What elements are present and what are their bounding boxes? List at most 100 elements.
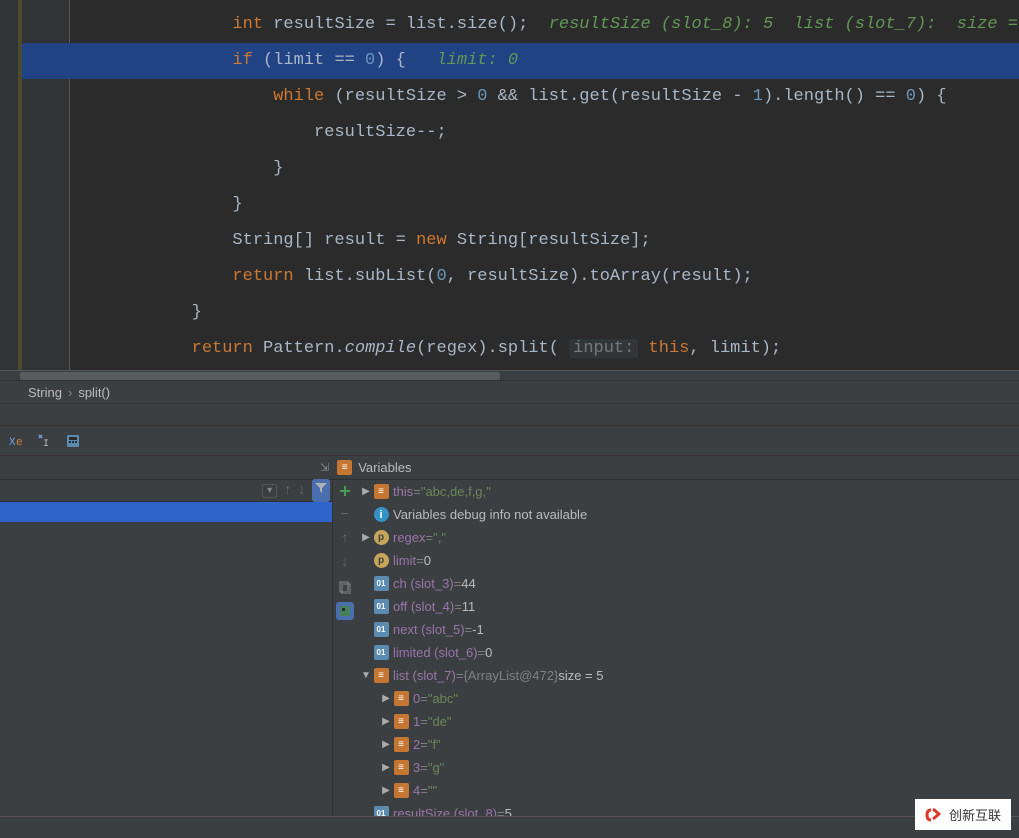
code-line[interactable]: } <box>70 295 1019 331</box>
thread-dropdown[interactable]: ▾ <box>262 484 277 498</box>
debug-toolbar: Xe I <box>0 426 1019 456</box>
variable-value: 0 <box>424 553 431 568</box>
breadcrumb-class[interactable]: String <box>28 385 62 400</box>
variable-name: 2 <box>413 737 420 752</box>
code-line[interactable]: int resultSize = list.size(); resultSize… <box>70 7 1019 43</box>
variable-row[interactable]: ▶≡1 = "de" <box>357 710 1019 733</box>
variable-row[interactable]: ▼≡list (slot_7) = {ArrayList@472} size =… <box>357 664 1019 687</box>
variable-row[interactable]: ▶≡this = "abc,de,f,g," <box>357 480 1019 503</box>
expand-arrow[interactable]: ▶ <box>359 532 373 543</box>
frames-panel[interactable]: ▾ ↑ ↓ <box>0 480 333 832</box>
param-icon: p <box>373 553 389 569</box>
variable-name: ch (slot_3) <box>393 576 454 591</box>
code-line[interactable]: return list.subList(0, resultSize).toArr… <box>70 259 1019 295</box>
expand-arrow[interactable]: ▶ <box>379 716 393 727</box>
variable-value: "f" <box>428 737 441 752</box>
code-line[interactable]: } <box>70 187 1019 223</box>
variable-row[interactable]: ▶≡0 = "abc" <box>357 687 1019 710</box>
variable-row[interactable]: 01 limited (slot_6) = 0 <box>357 641 1019 664</box>
variable-name: off (slot_4) <box>393 599 454 614</box>
variable-row[interactable]: iVariables debug info not available <box>357 503 1019 526</box>
debug-tabstrip[interactable] <box>0 404 1019 426</box>
inline-debug-hint: limit: 0 <box>436 51 518 70</box>
variable-row[interactable]: plimit = 0 <box>357 549 1019 572</box>
variables-title: Variables <box>358 460 411 475</box>
variable-row[interactable]: 01next (slot_5) = -1 <box>357 618 1019 641</box>
code-line[interactable]: return Pattern.compile(regex).split( inp… <box>70 331 1019 367</box>
code-line[interactable]: String[] result = new String[resultSize]… <box>70 223 1019 259</box>
expand-arrow[interactable]: ▼ <box>359 670 373 681</box>
object-icon: ≡ <box>393 714 409 730</box>
object-icon: ≡ <box>393 737 409 753</box>
variable-value: "g" <box>428 760 444 775</box>
current-execution-line[interactable]: if (limit == 0) { limit: 0 <box>22 43 1019 79</box>
variable-value: 11 <box>462 599 476 614</box>
debug-panel: Xe I ⇲ ≡ Variables ▾ ↑ ↓ <box>0 404 1019 832</box>
selected-frame[interactable] <box>0 502 332 522</box>
next-frame-icon[interactable]: ↓ <box>298 483 306 499</box>
variable-row[interactable]: ▶≡ 2 = "f" <box>357 733 1019 756</box>
editor-horizontal-scrollbar[interactable] <box>0 370 1019 380</box>
variable-row[interactable]: ▶≡3 = "g" <box>357 756 1019 779</box>
variable-row[interactable]: ▶pregex = "," <box>357 526 1019 549</box>
variable-info-message: Variables debug info not available <box>393 507 587 522</box>
variable-row[interactable]: 01ch (slot_3) = 44 <box>357 572 1019 595</box>
show-watches-icon[interactable] <box>336 602 354 620</box>
variable-equals: = <box>420 691 428 706</box>
copy-icon[interactable] <box>336 578 354 596</box>
prev-frame-icon[interactable]: ↑ <box>283 483 291 499</box>
frames-toolbar: ▾ ↑ ↓ <box>0 480 332 502</box>
code-line[interactable]: while (resultSize > 0 && list.get(result… <box>70 79 1019 115</box>
breadcrumb-separator: › <box>68 385 72 400</box>
expand-arrow[interactable]: ▶ <box>379 762 393 773</box>
variable-value: "" <box>428 783 437 798</box>
variable-equals: = <box>416 553 424 568</box>
set-value-icon[interactable]: Xe <box>8 432 26 450</box>
variables-side-toolbar: − ↑ ↓ <box>333 480 357 832</box>
expand-arrow[interactable]: ▶ <box>379 785 393 796</box>
variables-header: ⇲ ≡ Variables <box>0 456 1019 480</box>
filter-frames-icon[interactable] <box>312 479 330 502</box>
variable-value: 0 <box>485 645 492 660</box>
variable-name: limit <box>393 553 416 568</box>
variable-value: "abc,de,f,g," <box>421 484 491 499</box>
variable-equals: = <box>465 622 473 637</box>
object-icon: ≡ <box>393 691 409 707</box>
breadcrumb-method[interactable]: split() <box>78 385 110 400</box>
expand-arrow[interactable]: ▶ <box>359 486 373 497</box>
status-bar[interactable] <box>0 816 1019 838</box>
code-content[interactable]: int resultSize = list.size(); resultSize… <box>70 0 1019 370</box>
variable-equals: = <box>456 668 464 683</box>
calculator-icon[interactable] <box>64 432 82 450</box>
move-up-icon[interactable]: ↑ <box>336 530 354 548</box>
expand-arrow[interactable]: ▶ <box>379 739 393 750</box>
variable-name: 3 <box>413 760 420 775</box>
variable-equals: = <box>420 737 428 752</box>
primitive-icon: 01 <box>373 576 389 592</box>
variable-name: 4 <box>413 783 420 798</box>
scrollbar-thumb[interactable] <box>20 372 500 380</box>
expand-arrow[interactable]: ▶ <box>379 693 393 704</box>
variable-value: "," <box>433 530 446 545</box>
svg-text:X: X <box>9 437 16 449</box>
code-line[interactable]: } <box>70 151 1019 187</box>
variable-value: 44 <box>461 576 475 591</box>
restore-layout-icon[interactable]: ⇲ <box>320 461 329 474</box>
code-editor[interactable]: int resultSize = list.size(); resultSize… <box>0 0 1019 370</box>
variable-equals: = <box>478 645 486 660</box>
add-watch-icon[interactable] <box>336 482 354 500</box>
move-down-icon[interactable]: ↓ <box>336 554 354 572</box>
variable-equals: = <box>426 530 434 545</box>
variables-tree[interactable]: ▶≡this = "abc,de,f,g,"iVariables debug i… <box>357 480 1019 832</box>
variable-name: 1 <box>413 714 420 729</box>
primitive-icon: 01 <box>373 645 389 661</box>
variable-equals: = <box>413 484 421 499</box>
code-line[interactable]: resultSize--; <box>70 115 1019 151</box>
remove-watch-icon[interactable]: − <box>336 506 354 524</box>
jump-to-type-source-icon[interactable]: I <box>36 432 54 450</box>
breadcrumb-bar[interactable]: String › split() <box>0 380 1019 404</box>
variable-value: "de" <box>428 714 452 729</box>
variable-row[interactable]: 01off (slot_4) = 11 <box>357 595 1019 618</box>
frames-list[interactable] <box>0 502 332 832</box>
variable-name: limited (slot_6) <box>393 645 478 660</box>
